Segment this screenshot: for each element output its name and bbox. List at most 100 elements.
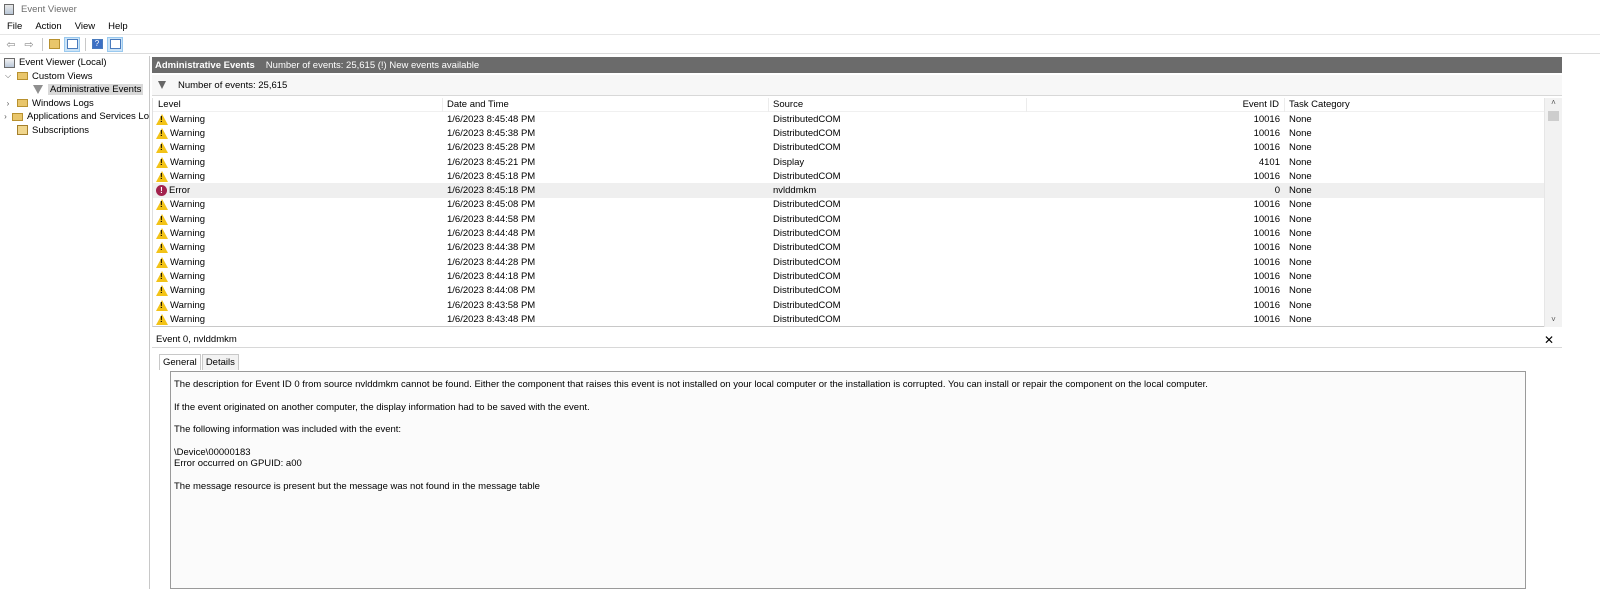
close-icon[interactable]: ✕ — [1544, 333, 1554, 347]
cell-source: DistributedCOM — [773, 256, 841, 268]
tree-item-admin-events[interactable]: Administrative Events — [0, 83, 149, 97]
cell-task-category: None — [1289, 256, 1312, 268]
view-info[interactable]: Number of events: 25,615 (!) New events … — [266, 60, 479, 71]
warning-icon — [156, 313, 168, 325]
cell-date: 1/6/2023 8:43:58 PM — [447, 299, 536, 311]
cell-task-category: None — [1289, 199, 1312, 211]
scroll-thumb[interactable] — [1548, 111, 1559, 121]
column-task-category[interactable]: Task Category — [1285, 98, 1561, 112]
cell-task-category: None — [1289, 228, 1312, 240]
table-row[interactable]: Warning 1/6/2023 8:45:21 PM Display 4101 Non… — [153, 155, 1561, 169]
table-row[interactable]: Warning 1/6/2023 8:43:58 PM DistributedCOM… — [153, 298, 1561, 312]
cell-date: 1/6/2023 8:45:18 PM — [447, 170, 536, 182]
filter-icon — [33, 85, 43, 95]
cell-level: Warning — [153, 285, 443, 297]
level-text: Error — [169, 185, 191, 197]
cell-event-id: 4101 — [1258, 156, 1280, 168]
cell-level: Warning — [153, 242, 443, 254]
column-date[interactable]: Date and Time — [443, 98, 769, 112]
cell-level: Warning — [153, 199, 443, 211]
properties-icon[interactable] — [107, 36, 123, 52]
column-source[interactable]: Source — [769, 98, 1027, 112]
level-text: Warning — [170, 313, 206, 325]
level-text: Warning — [170, 285, 206, 297]
event-description[interactable]: The description for Event ID 0 from sour… — [170, 371, 1526, 589]
table-row[interactable]: ! Error 1/6/2023 8:45:18 PM nvlddmkm 0 None — [153, 183, 1561, 198]
detail-title: Event 0, nvlddmkm — [156, 334, 237, 345]
table-row[interactable]: Warning 1/6/2023 8:45:18 PM DistributedCOM… — [153, 169, 1561, 183]
table-row[interactable]: Warning 1/6/2023 8:44:18 PM DistributedCOM… — [153, 269, 1561, 283]
tab-details[interactable]: Details — [201, 354, 239, 370]
level-text: Warning — [170, 299, 206, 311]
cell-level: Warning — [153, 170, 443, 182]
tree-label: Subscriptions — [32, 124, 90, 136]
cell-date: 1/6/2023 8:44:18 PM — [447, 270, 536, 282]
scroll-down-icon[interactable]: ˅ — [1545, 315, 1562, 327]
level-text: Warning — [170, 242, 206, 254]
chevron-down-icon[interactable]: ⌵ — [3, 71, 13, 81]
cell-source: DistributedCOM — [773, 228, 841, 240]
warning-icon — [156, 285, 168, 297]
cell-task-category: None — [1289, 270, 1312, 282]
table-row[interactable]: Warning 1/6/2023 8:44:08 PM DistributedCOM… — [153, 284, 1561, 298]
folder-icon — [17, 72, 28, 81]
menu-help[interactable]: Help — [101, 21, 134, 32]
folder-icon[interactable] — [46, 37, 62, 52]
chevron-right-icon[interactable]: › — [3, 99, 13, 108]
cell-date: 1/6/2023 8:45:21 PM — [447, 156, 536, 168]
folder-icon — [12, 112, 23, 121]
toolbar-separator — [85, 37, 86, 51]
level-text: Warning — [170, 256, 206, 268]
main-pane: Administrative Events Number of events: … — [152, 56, 1600, 589]
menu-action[interactable]: Action — [28, 21, 67, 32]
view-header: Administrative Events Number of events: … — [152, 57, 1562, 73]
toolbar: ⇦ ⇨ ? — [0, 35, 1600, 54]
table-scrollbar[interactable]: ˄ ˅ — [1544, 98, 1562, 327]
cell-event-id: 10016 — [1253, 299, 1280, 311]
column-level[interactable]: Level — [153, 98, 443, 112]
cell-level: Warning — [153, 313, 443, 325]
table-row[interactable]: Warning 1/6/2023 8:43:48 PM DistributedCOM… — [153, 312, 1561, 326]
cell-level: Warning — [153, 270, 443, 282]
cell-source: DistributedCOM — [773, 142, 841, 154]
scroll-up-icon[interactable]: ˄ — [1545, 98, 1562, 110]
cell-event-id: 10016 — [1253, 228, 1280, 240]
back-icon[interactable]: ⇦ — [3, 37, 19, 52]
table-body: Warning 1/6/2023 8:45:48 PM DistributedCOM… — [153, 112, 1561, 326]
tab-general[interactable]: General — [159, 354, 201, 370]
level-text: Warning — [170, 199, 206, 211]
level-text: Warning — [170, 213, 206, 225]
table-row[interactable]: Warning 1/6/2023 8:44:28 PM DistributedCOM… — [153, 255, 1561, 269]
help-icon[interactable]: ? — [89, 37, 105, 52]
table-header: Level Date and Time Source Event ID Task… — [153, 98, 1561, 112]
table-row[interactable]: Warning 1/6/2023 8:44:38 PM DistributedCOM… — [153, 241, 1561, 255]
navigation-tree: Event Viewer (Local) ⌵ Custom Views Admi… — [0, 56, 150, 589]
level-text: Warning — [170, 142, 206, 154]
cell-level: Warning — [153, 113, 443, 125]
event-count: Number of events: 25,615 — [178, 79, 288, 91]
table-row[interactable]: Warning 1/6/2023 8:45:28 PM DistributedCOM… — [153, 141, 1561, 155]
table-row[interactable]: Warning 1/6/2023 8:45:38 PM DistributedCOM… — [153, 126, 1561, 140]
forward-icon[interactable]: ⇨ — [21, 37, 37, 52]
cell-date: 1/6/2023 8:44:28 PM — [447, 256, 536, 268]
tree-item-windows-logs[interactable]: › Windows Logs — [0, 97, 149, 111]
tree-item-root[interactable]: Event Viewer (Local) — [0, 56, 149, 70]
cell-event-id: 10016 — [1253, 170, 1280, 182]
tree-item-subscriptions[interactable]: Subscriptions — [0, 124, 149, 138]
cell-source: DistributedCOM — [773, 113, 841, 125]
cell-level: Warning — [153, 127, 443, 139]
table-row[interactable]: Warning 1/6/2023 8:44:58 PM DistributedCOM… — [153, 212, 1561, 226]
menu-view[interactable]: View — [68, 21, 101, 32]
cell-task-category: None — [1289, 170, 1312, 182]
tree-item-apps-services[interactable]: › Applications and Services Lo — [0, 110, 149, 124]
column-event-id[interactable]: Event ID — [1027, 98, 1285, 112]
tree-item-custom-views[interactable]: ⌵ Custom Views — [0, 70, 149, 84]
chevron-right-icon[interactable]: › — [3, 112, 8, 121]
view-icon[interactable] — [64, 36, 80, 52]
subscriptions-icon — [17, 125, 28, 136]
level-text: Warning — [170, 113, 206, 125]
table-row[interactable]: Warning 1/6/2023 8:44:48 PM DistributedCOM… — [153, 226, 1561, 240]
table-row[interactable]: Warning 1/6/2023 8:45:08 PM DistributedCOM… — [153, 198, 1561, 212]
menu-file[interactable]: File — [0, 21, 28, 32]
table-row[interactable]: Warning 1/6/2023 8:45:48 PM DistributedCOM… — [153, 112, 1561, 126]
